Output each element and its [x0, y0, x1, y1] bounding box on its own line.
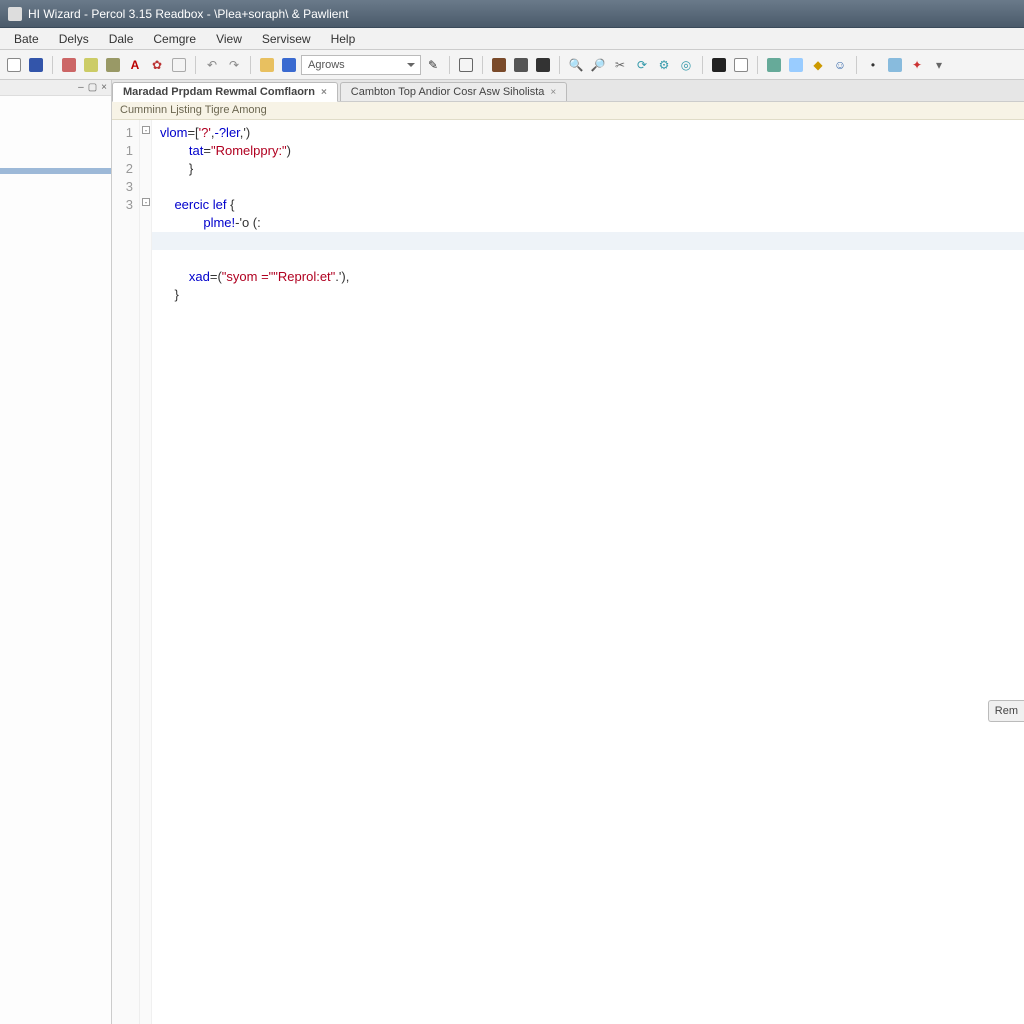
undo-icon[interactable]: ↶ [202, 55, 222, 75]
project-sidebar: – ▢ × [0, 80, 112, 1024]
editor-tabs: Maradad Prpdam Rewmal Comflaorn × Cambto… [112, 80, 1024, 102]
new-file-icon[interactable] [4, 55, 24, 75]
code-line: vlom=['?',-?ler,') [160, 124, 1024, 142]
monitor-icon[interactable] [709, 55, 729, 75]
code-line [160, 232, 1024, 250]
toolbar-sep [856, 56, 857, 74]
line-gutter: 11233 [112, 120, 140, 1024]
user-icon[interactable]: ☺ [830, 55, 850, 75]
config-combo-value: Agrows [308, 59, 345, 71]
pic-icon[interactable] [764, 55, 784, 75]
sidebar-close-icon[interactable]: × [101, 82, 107, 93]
search-icon[interactable]: 🔍 [566, 55, 586, 75]
toolbar-sep [195, 56, 196, 74]
app-icon [8, 7, 22, 21]
sidebar-item-3[interactable] [0, 224, 111, 230]
editor-tab-label: Maradad Prpdam Rewmal Comflaorn [123, 86, 315, 98]
menu-delys[interactable]: Delys [49, 30, 99, 48]
editor-tab-0[interactable]: Maradad Prpdam Rewmal Comflaorn × [112, 82, 338, 102]
side-panel-button[interactable]: Rem [988, 700, 1024, 722]
config-combo[interactable]: Agrows [301, 55, 421, 75]
code-line: } [160, 160, 1024, 178]
toolbar-sep [250, 56, 251, 74]
wrench-icon[interactable]: ✂ [610, 55, 630, 75]
toolbar-sep [449, 56, 450, 74]
stop-icon[interactable] [533, 55, 553, 75]
red-a-icon[interactable]: A [125, 55, 145, 75]
sidebar-min-icon[interactable]: – [78, 82, 84, 93]
editor-tab-label: Cambton Top Andior Cosr Asw Siholista [351, 86, 545, 98]
editor-tab-1[interactable]: Cambton Top Andior Cosr Asw Siholista × [340, 82, 567, 101]
brush-icon[interactable]: ✎ [423, 55, 443, 75]
doc-icon[interactable] [731, 55, 751, 75]
code-line: tat="Romelppry:") [160, 142, 1024, 160]
window-icon[interactable] [885, 55, 905, 75]
close-icon[interactable]: × [550, 87, 556, 98]
star-icon[interactable]: ✦ [907, 55, 927, 75]
folder-icon[interactable] [257, 55, 277, 75]
search-next-icon[interactable]: 🔎 [588, 55, 608, 75]
editor-area: Maradad Prpdam Rewmal Comflaorn × Cambto… [112, 80, 1024, 1024]
code-body[interactable]: vlom=['?',-?ler,') tat="Romelppry:") } e… [152, 120, 1024, 1024]
panel-icon[interactable] [456, 55, 476, 75]
toolbar: A ✿ ↶ ↷ Agrows ✎ 🔍 🔎 ✂ ⟳ ⚙ ◎ ◆ ☺ • ✦ ▾ [0, 50, 1024, 80]
code-line [160, 250, 1024, 268]
copy-icon[interactable] [81, 55, 101, 75]
code-line: } [160, 286, 1024, 304]
sheet-icon[interactable] [786, 55, 806, 75]
window-title: HI Wizard - Percol 3.15 Readbox - \Plea+… [28, 7, 348, 21]
code-line [160, 178, 1024, 196]
target-icon[interactable]: ◎ [676, 55, 696, 75]
save-icon[interactable] [26, 55, 46, 75]
fold-column: - - [140, 120, 152, 1024]
line-number: 3 [112, 196, 133, 214]
grid-icon[interactable] [511, 55, 531, 75]
code-editor[interactable]: 11233 - - vlom=['?',-?ler,') tat="Romelp… [112, 120, 1024, 1024]
menu-dale[interactable]: Dale [99, 30, 144, 48]
redo-icon[interactable]: ↷ [224, 55, 244, 75]
breadcrumb[interactable]: Cumminn Ljsting Tigre Among [112, 102, 1024, 120]
menu-bate[interactable]: Bate [4, 30, 49, 48]
brown-icon[interactable] [489, 55, 509, 75]
toolbar-sep [757, 56, 758, 74]
sidebar-max-icon[interactable]: ▢ [88, 82, 97, 93]
fold-toggle-icon[interactable]: - [142, 198, 150, 206]
side-panel-label: Rem [995, 705, 1018, 717]
fold-toggle-icon[interactable]: - [142, 126, 150, 134]
code-line: xad=("syom =""Reprol:et".'), [160, 268, 1024, 286]
sidebar-header: – ▢ × [0, 80, 111, 96]
chevron-down-icon[interactable]: ▾ [929, 55, 949, 75]
toolbar-sep [702, 56, 703, 74]
refresh-icon[interactable]: ⟳ [632, 55, 652, 75]
menu-help[interactable]: Help [321, 30, 366, 48]
line-number: 1 [112, 124, 133, 142]
toolbar-sep [482, 56, 483, 74]
box-icon[interactable] [169, 55, 189, 75]
tag-icon[interactable]: ◆ [808, 55, 828, 75]
menu-view[interactable]: View [206, 30, 252, 48]
menu-cemgre[interactable]: Cemgre [143, 30, 206, 48]
code-line: eercic lef { [160, 196, 1024, 214]
cut-icon[interactable] [59, 55, 79, 75]
paste-icon[interactable] [103, 55, 123, 75]
menubar: Bate Delys Dale Cemgre View Servisew Hel… [0, 28, 1024, 50]
gear-icon[interactable]: ⚙ [654, 55, 674, 75]
close-icon[interactable]: × [321, 87, 327, 98]
menu-servisew[interactable]: Servisew [252, 30, 321, 48]
toolbar-sep [52, 56, 53, 74]
dot-icon[interactable]: • [863, 55, 883, 75]
line-number: 2 [112, 160, 133, 178]
code-line: plme!-'o (: [160, 214, 1024, 232]
line-number: 1 [112, 142, 133, 160]
blue-box-icon[interactable] [279, 55, 299, 75]
titlebar: HI Wizard - Percol 3.15 Readbox - \Plea+… [0, 0, 1024, 28]
breadcrumb-text: Cumminn Ljsting Tigre Among [120, 104, 267, 116]
main-area: – ▢ × Maradad Prpdam Rewmal Comflaorn × … [0, 80, 1024, 1024]
caret-up-icon[interactable]: ✿ [147, 55, 167, 75]
toolbar-sep [559, 56, 560, 74]
line-number: 3 [112, 178, 133, 196]
